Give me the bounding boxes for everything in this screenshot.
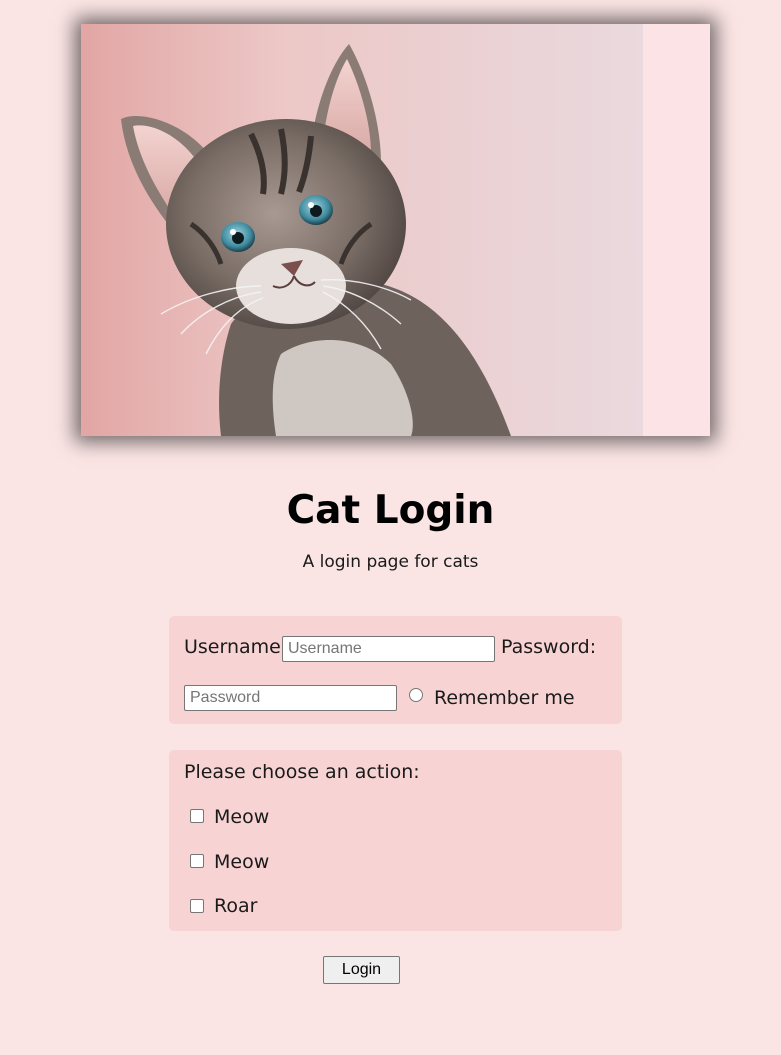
action-checkbox-meow-1[interactable]: [190, 809, 204, 823]
kitten-illustration: [81, 24, 710, 436]
credentials-fieldset: Username: Username Password: Password Re…: [169, 616, 622, 724]
password-placeholder: Password: [190, 689, 261, 706]
action-fieldset: Please choose an action: Meow Meow Roar: [169, 750, 622, 931]
remember-me-label: Remember me: [434, 687, 575, 709]
page-title: Cat Login: [286, 488, 495, 533]
username-placeholder: Username: [288, 640, 362, 657]
username-label: Username:: [184, 636, 288, 658]
action-checkbox-roar[interactable]: [190, 899, 204, 913]
kitten-image: [81, 24, 710, 436]
username-input[interactable]: Username: [282, 636, 495, 662]
password-label: Password:: [501, 636, 597, 658]
login-page: Cat Login A login page for cats Username…: [0, 0, 781, 1055]
login-button[interactable]: Login: [323, 956, 400, 984]
action-label-roar: Roar: [214, 895, 258, 917]
remember-me-radio[interactable]: [409, 688, 423, 702]
action-label-meow-2: Meow: [214, 851, 270, 873]
action-label-meow-1: Meow: [214, 806, 270, 828]
action-checkbox-meow-2[interactable]: [190, 854, 204, 868]
action-prompt: Please choose an action:: [184, 761, 420, 783]
page-subtitle: A login page for cats: [302, 552, 479, 572]
password-input[interactable]: Password: [184, 685, 397, 711]
